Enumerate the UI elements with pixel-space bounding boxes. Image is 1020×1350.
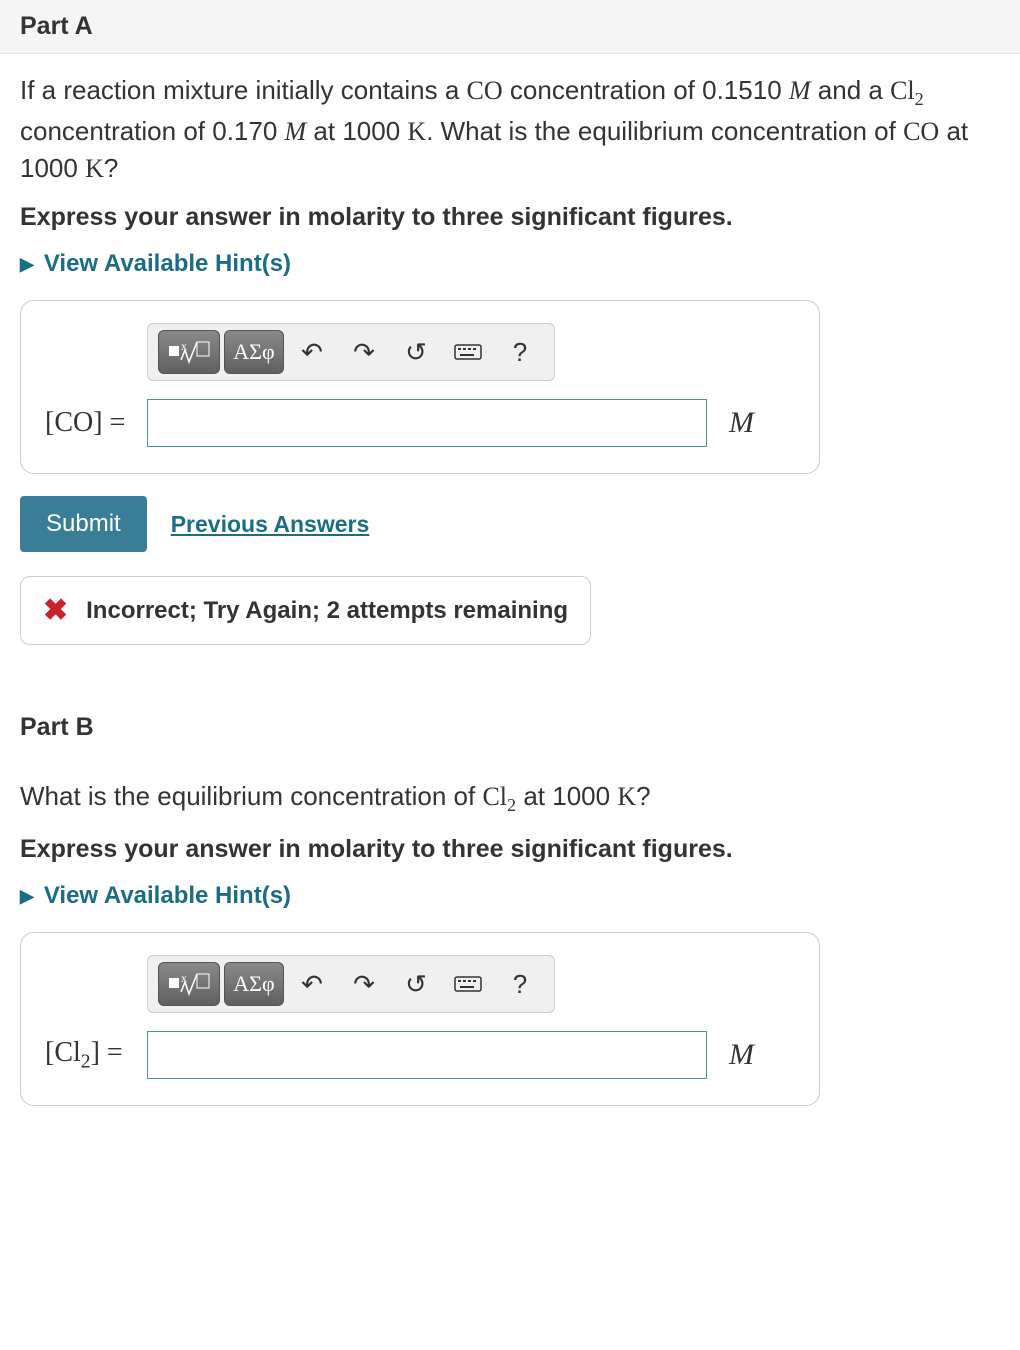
part-a-instruction: Express your answer in molarity to three… (20, 203, 1000, 232)
answer-input-a[interactable] (147, 399, 707, 447)
answer-box-b: x ΑΣφ ↶ ↷ ↺ ? [Cl2] = M (20, 932, 820, 1106)
keyboard-icon[interactable] (444, 962, 492, 1006)
variable-label-cl2: [Cl2] = (45, 1037, 147, 1074)
unit-a: M (729, 406, 754, 440)
hints-toggle-b[interactable]: ▶ View Available Hint(s) (20, 882, 1000, 910)
part-a-header: Part A (0, 0, 1020, 54)
redo-icon[interactable]: ↷ (340, 330, 388, 374)
undo-icon[interactable]: ↶ (288, 330, 336, 374)
part-a-question: If a reaction mixture initially contains… (20, 72, 1000, 187)
action-row-a: Submit Previous Answers (20, 496, 1000, 552)
part-b-question: What is the equilibrium concentration of… (20, 778, 1000, 819)
previous-answers-link[interactable]: Previous Answers (171, 511, 370, 538)
part-b-title: Part B (20, 713, 1000, 742)
hints-label: View Available Hint(s) (44, 882, 291, 910)
hints-toggle-a[interactable]: ▶ View Available Hint(s) (20, 250, 1000, 278)
reset-icon[interactable]: ↺ (392, 962, 440, 1006)
answer-input-b[interactable] (147, 1031, 707, 1079)
fraction-root-button[interactable]: x (158, 330, 220, 374)
submit-button-a[interactable]: Submit (20, 496, 147, 552)
chevron-right-icon: ▶ (20, 886, 34, 907)
incorrect-icon: ✖ (43, 593, 68, 628)
answer-box-a: x ΑΣφ ↶ ↷ ↺ ? [CO] = M (20, 300, 820, 474)
equation-toolbar-a: x ΑΣφ ↶ ↷ ↺ ? (147, 323, 555, 381)
input-row-b: [Cl2] = M (45, 1031, 795, 1079)
chevron-right-icon: ▶ (20, 254, 34, 275)
equation-toolbar-b: x ΑΣφ ↶ ↷ ↺ ? (147, 955, 555, 1013)
part-b-body: Part B What is the equilibrium concentra… (0, 713, 1020, 1134)
keyboard-icon[interactable] (444, 330, 492, 374)
undo-icon[interactable]: ↶ (288, 962, 336, 1006)
help-icon[interactable]: ? (496, 962, 544, 1006)
part-a-body: If a reaction mixture initially contains… (0, 54, 1020, 673)
reset-icon[interactable]: ↺ (392, 330, 440, 374)
input-row-a: [CO] = M (45, 399, 795, 447)
part-a-title: Part A (20, 12, 93, 40)
help-icon[interactable]: ? (496, 330, 544, 374)
feedback-box: ✖ Incorrect; Try Again; 2 attempts remai… (20, 576, 591, 645)
greek-symbols-button[interactable]: ΑΣφ (224, 962, 284, 1006)
hints-label: View Available Hint(s) (44, 250, 291, 278)
redo-icon[interactable]: ↷ (340, 962, 388, 1006)
variable-label-co: [CO] = (45, 407, 147, 439)
unit-b: M (729, 1038, 754, 1072)
greek-symbols-button[interactable]: ΑΣφ (224, 330, 284, 374)
fraction-root-button[interactable]: x (158, 962, 220, 1006)
feedback-text: Incorrect; Try Again; 2 attempts remaini… (86, 597, 568, 625)
part-b-instruction: Express your answer in molarity to three… (20, 835, 1000, 864)
